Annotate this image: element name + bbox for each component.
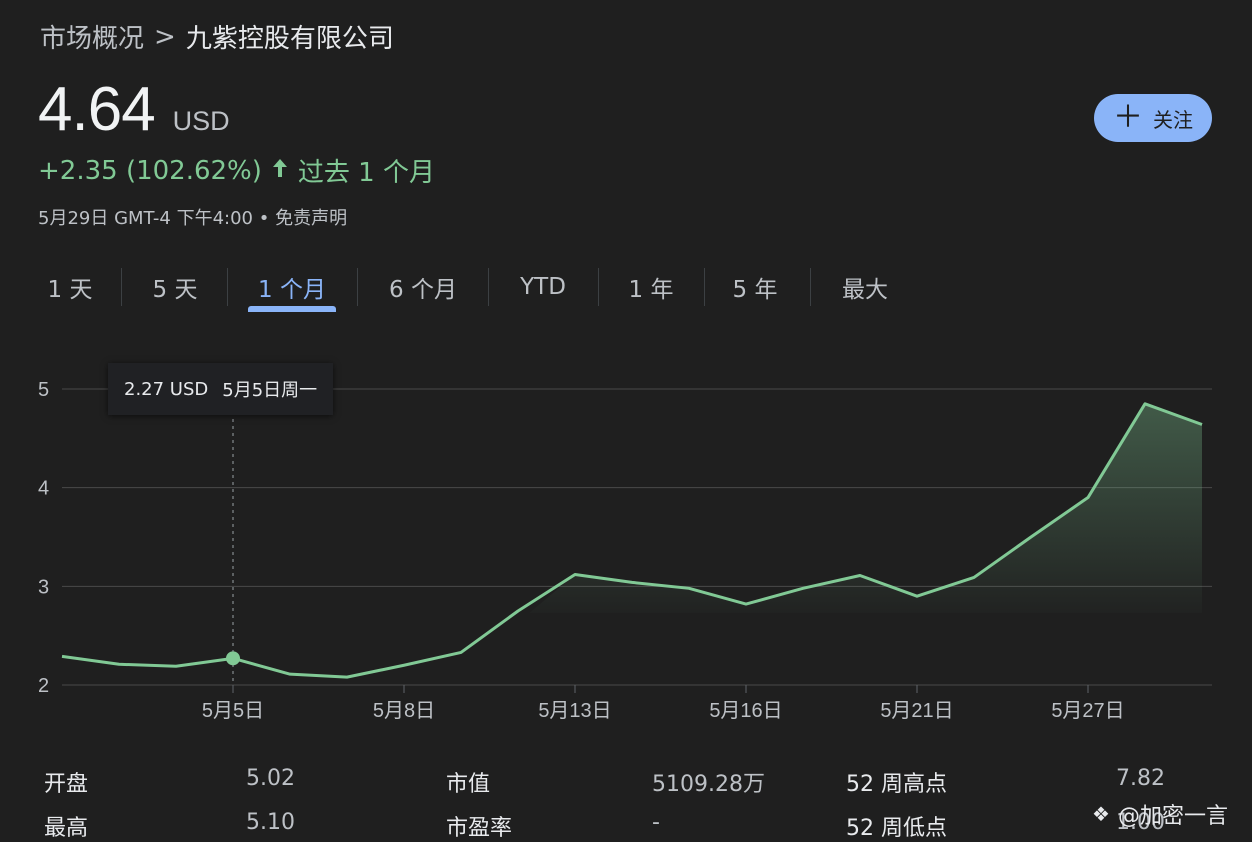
tab-divider [704, 268, 705, 306]
tab-5-day[interactable]: 5 天 [140, 262, 210, 312]
diamond-logo-icon: ❖ [1092, 802, 1110, 826]
tab-5-year[interactable]: 5 年 [722, 262, 788, 312]
tab-1-year[interactable]: 1 年 [618, 262, 684, 312]
stat-label-high: 最高 [44, 816, 89, 841]
stat-label-market-cap: 市值 [446, 772, 491, 797]
quote-meta: 5月29日 GMT-4 下午4:00 • 免责声明 [38, 204, 347, 230]
hover-point[interactable] [226, 651, 240, 666]
chart-tooltip: 2.27 USD 5月5日周一 [108, 363, 334, 415]
follow-button[interactable]: ＋ 关注 [1094, 94, 1212, 142]
tab-max[interactable]: 最大 [834, 262, 896, 312]
quote-timestamp: 5月29日 GMT-4 下午4:00 [38, 208, 253, 229]
active-tab-indicator [248, 306, 336, 312]
tab-divider [121, 268, 122, 306]
stat-label-open: 开盘 [44, 772, 89, 797]
stat-value-market-cap: 5109.28万 [652, 772, 765, 797]
stat-value-high: 5.10 [246, 810, 295, 835]
stat-value-pe-ratio: - [652, 810, 660, 835]
tab-ytd[interactable]: YTD [508, 262, 578, 312]
breadcrumb: 市场概况 > 九紫控股有限公司 [40, 18, 394, 55]
disclaimer-link[interactable]: 免责声明 [275, 208, 347, 229]
tab-divider [488, 268, 489, 306]
stat-label-52w-low: 52 周低点 [846, 816, 947, 841]
range-tabs: 1 天 5 天 1 个月 6 个月 YTD 1 年 5 年 最大 [0, 262, 930, 312]
breadcrumb-separator: > [154, 21, 176, 52]
y-tick-label: 3 [38, 576, 49, 598]
tooltip-date: 5月5日周一 [222, 380, 318, 401]
tab-divider [810, 268, 811, 306]
y-tick-label: 2 [38, 675, 49, 697]
watermark-text: @加密一言 [1117, 804, 1228, 829]
y-tick-label: 4 [38, 478, 49, 500]
tab-divider [227, 268, 228, 306]
tooltip-value: 2.27 USD [124, 378, 209, 400]
plus-icon: ＋ [1113, 100, 1143, 135]
tab-divider [598, 268, 599, 306]
stat-value-52w-high: 7.82 [1116, 766, 1165, 791]
tab-6-month[interactable]: 6 个月 [378, 262, 468, 312]
x-tick-label: 5月5日 [202, 700, 264, 722]
breadcrumb-market-overview[interactable]: 市场概况 [40, 18, 144, 55]
breadcrumb-company-name: 九紫控股有限公司 [185, 24, 394, 54]
stat-value-open: 5.02 [246, 766, 295, 791]
x-tick-label: 5月27日 [1051, 700, 1124, 722]
tab-1-month[interactable]: 1 个月 [248, 262, 336, 312]
stat-label-52w-high: 52 周高点 [846, 772, 947, 797]
follow-button-label: 关注 [1153, 107, 1193, 132]
tab-divider [357, 268, 358, 306]
current-price: 4.64 [38, 75, 156, 144]
watermark: ❖ @加密一言 [1092, 798, 1228, 830]
change-period: 过去 1 个月 [297, 158, 435, 188]
stat-label-pe-ratio: 市盈率 [446, 816, 513, 841]
price-change-row: +2.35 (102.62%) 过去 1 个月 [38, 152, 435, 189]
price-row: 4.64 USD [38, 74, 230, 145]
stats-table: 开盘 5.02 最高 5.10 市值 5109.28万 市盈率 - 52 周高点… [0, 760, 1252, 841]
y-tick-label: 5 [38, 379, 49, 401]
x-tick-label: 5月16日 [709, 700, 782, 722]
price-change: +2.35 (102.62%) [38, 155, 262, 186]
x-tick-label: 5月8日 [373, 700, 435, 722]
x-tick-label: 5月21日 [880, 700, 953, 722]
x-tick-label: 5月13日 [538, 700, 611, 722]
arrow-up-icon [270, 156, 290, 186]
meta-bullet: • [258, 208, 270, 229]
tab-1-day[interactable]: 1 天 [40, 262, 100, 312]
currency-label: USD [172, 106, 230, 136]
